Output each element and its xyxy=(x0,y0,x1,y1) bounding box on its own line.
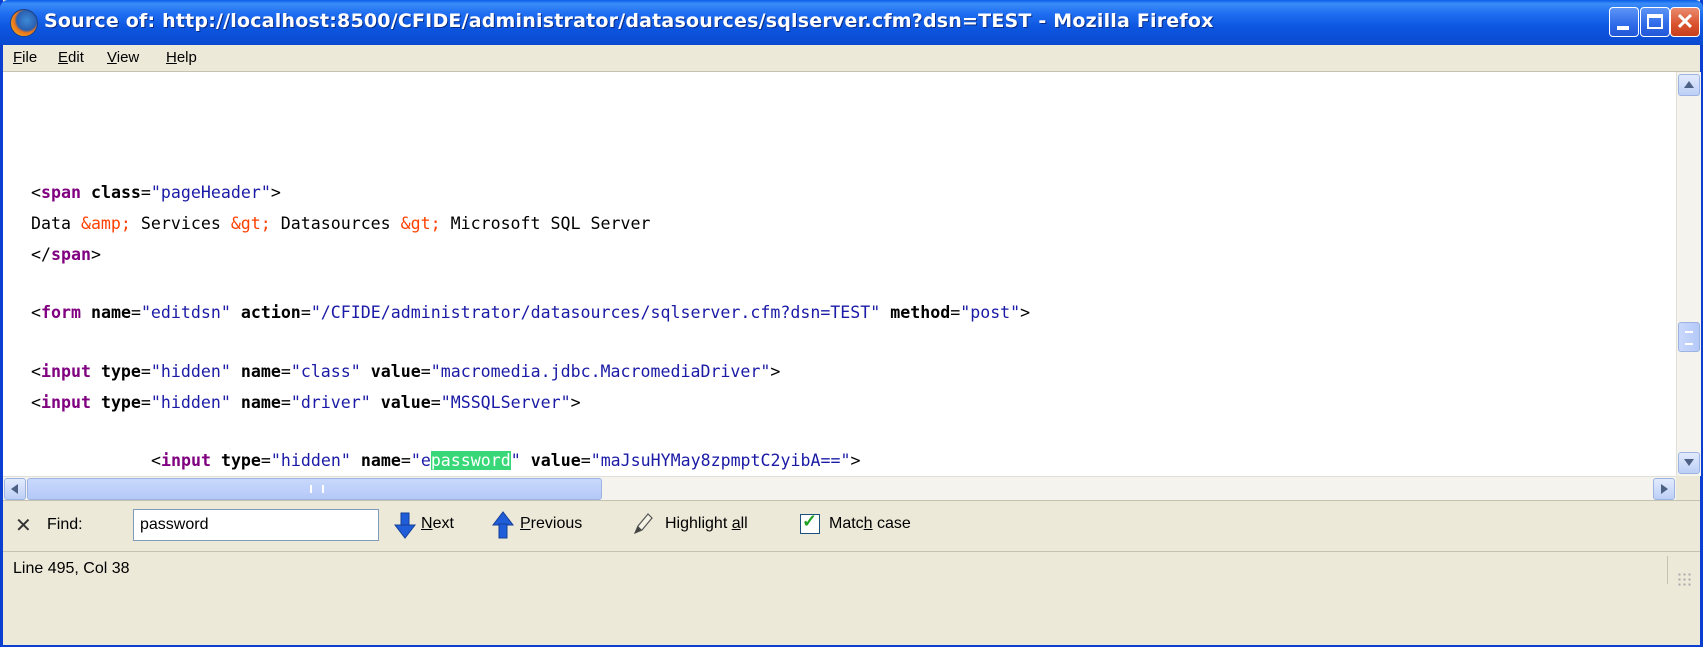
close-find-bar-icon[interactable]: ✕ xyxy=(15,513,32,538)
maximize-icon xyxy=(1647,14,1663,29)
scroll-left-button[interactable] xyxy=(4,478,26,500)
grip-icon xyxy=(1685,331,1693,345)
close-icon: ✕ xyxy=(1675,9,1695,34)
vertical-scroll-thumb[interactable] xyxy=(1678,322,1700,352)
maximize-button[interactable] xyxy=(1640,7,1670,37)
arrow-left-icon xyxy=(11,484,18,494)
scroll-down-button[interactable] xyxy=(1678,452,1700,474)
menu-edit[interactable]: Edit xyxy=(58,49,84,66)
source-line: Data &amp; Services &gt; Datasources &gt… xyxy=(31,214,651,233)
find-input[interactable] xyxy=(133,509,379,541)
arrow-up-icon xyxy=(1684,81,1694,88)
highlight-all-button[interactable]: Highlight all xyxy=(665,515,748,533)
find-previous-button[interactable]: Previous xyxy=(520,515,582,533)
status-divider xyxy=(1667,556,1668,584)
arrow-down-icon[interactable] xyxy=(393,510,417,540)
source-line: <input type="hidden" name="driver" value… xyxy=(31,393,581,412)
menu-bar: File Edit View Help xyxy=(3,45,1700,72)
scroll-up-button[interactable] xyxy=(1678,74,1700,96)
match-case-label[interactable]: Match case xyxy=(829,515,911,533)
title-bar[interactable]: Source of: http://localhost:8500/CFIDE/a… xyxy=(0,0,1703,45)
source-line: <input type="hidden" name="epassword" va… xyxy=(151,451,861,470)
horizontal-scroll-thumb[interactable] xyxy=(27,478,602,500)
find-next-button[interactable]: Next xyxy=(421,515,454,533)
find-match-highlight: password xyxy=(430,451,511,470)
find-label: Find: xyxy=(47,516,83,533)
horizontal-scrollbar[interactable] xyxy=(3,476,1676,501)
window-title: Source of: http://localhost:8500/CFIDE/a… xyxy=(44,10,1214,32)
source-line: <input type="hidden" name="class" value=… xyxy=(31,362,781,381)
arrow-up-icon[interactable] xyxy=(491,510,515,540)
resize-grip-icon[interactable] xyxy=(1677,572,1693,588)
scroll-right-button[interactable] xyxy=(1653,478,1675,500)
checkmark-icon: ✓ xyxy=(802,511,818,531)
source-line: </span> xyxy=(31,245,101,264)
source-line: <form name="editdsn" action="/CFIDE/admi… xyxy=(31,303,1031,322)
vertical-scrollbar[interactable] xyxy=(1676,72,1701,476)
firefox-window: Source of: http://localhost:8500/CFIDE/a… xyxy=(0,0,1703,647)
grip-icon xyxy=(310,485,324,493)
close-button[interactable]: ✕ xyxy=(1670,7,1700,37)
arrow-right-icon xyxy=(1661,484,1668,494)
source-line: <span class="pageHeader"> xyxy=(31,183,281,202)
status-bar: Line 495, Col 38 xyxy=(3,551,1700,645)
scrollbar-corner xyxy=(1676,476,1700,500)
find-bar: ✕ Find: Next Previous Highlight all ✓ Ma… xyxy=(3,500,1700,551)
menu-view[interactable]: View xyxy=(107,49,139,66)
arrow-down-icon xyxy=(1684,459,1694,466)
minimize-icon xyxy=(1617,26,1629,30)
status-line-col: Line 495, Col 38 xyxy=(13,560,130,577)
highlighter-icon[interactable] xyxy=(631,511,653,537)
source-view[interactable]: <span class="pageHeader"> Data &amp; Ser… xyxy=(3,72,1676,476)
minimize-button[interactable] xyxy=(1609,7,1639,37)
firefox-icon[interactable] xyxy=(10,9,38,37)
match-case-checkbox[interactable]: ✓ xyxy=(800,511,820,534)
menu-file[interactable]: File xyxy=(13,49,37,66)
menu-help[interactable]: Help xyxy=(166,49,197,66)
